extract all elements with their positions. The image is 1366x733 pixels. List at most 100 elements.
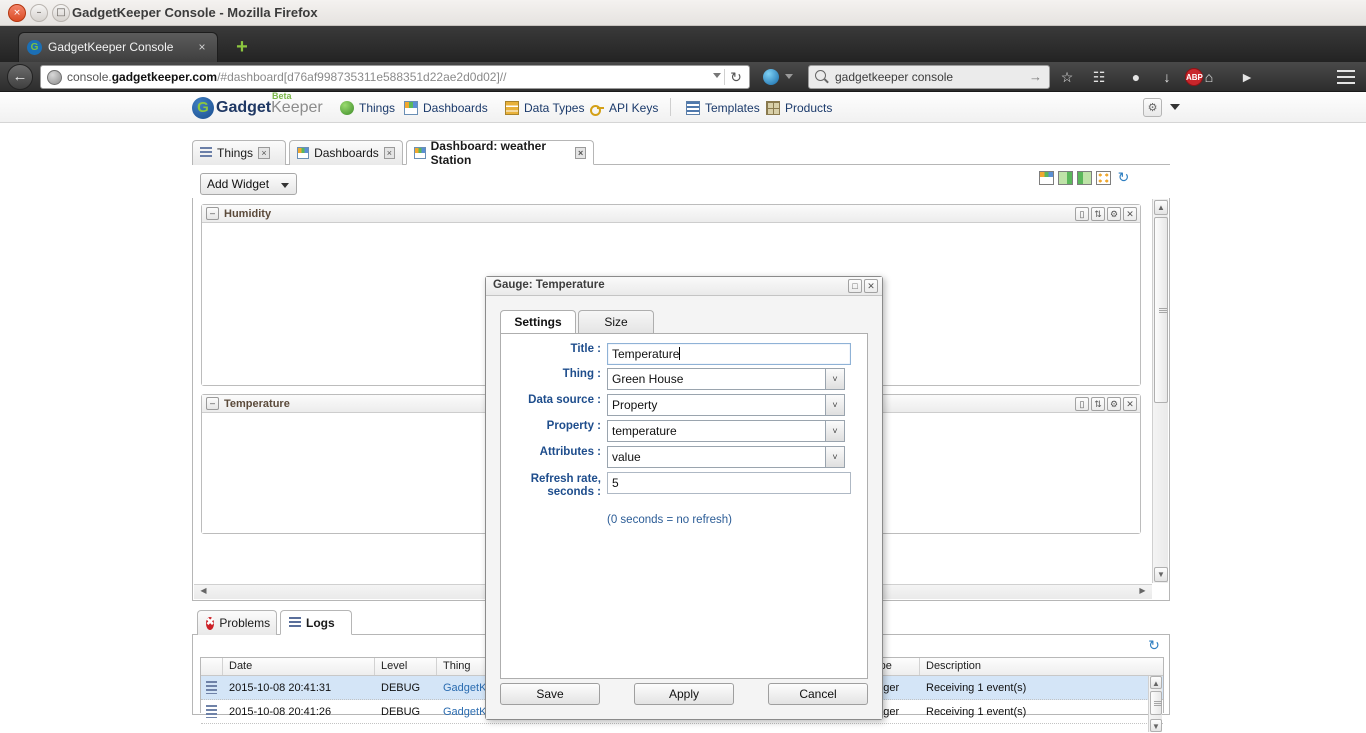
restore-icon[interactable]: ▯ [1075, 397, 1089, 411]
scroll-right-icon[interactable]: ▶ [1135, 585, 1150, 598]
gear-icon[interactable]: ⚙ [1143, 98, 1162, 117]
data-source-select[interactable]: Property ˅ [607, 394, 845, 416]
scroll-left-icon[interactable]: ◀ [196, 585, 211, 598]
close-icon[interactable]: ✕ [1123, 397, 1137, 411]
url-bar[interactable]: console.gadgetkeeper.com/#dashboard[d76a… [40, 65, 750, 89]
reader-icon[interactable]: ☷ [1090, 68, 1108, 86]
chevron-down-icon[interactable] [1170, 104, 1180, 110]
refresh-icon[interactable]: ↻ [1146, 638, 1162, 653]
reload-icon[interactable]: ↻ [728, 69, 744, 85]
share-icon[interactable]: ► [1238, 68, 1256, 86]
widgets-icon[interactable] [1096, 170, 1111, 185]
scrollbar-thumb[interactable] [1150, 691, 1162, 715]
close-icon[interactable]: ✕ [864, 279, 878, 293]
nav-item-dashboards[interactable]: Dashboards [404, 95, 488, 120]
tab-close-icon[interactable]: × [195, 40, 209, 54]
url-dropdown-icon[interactable] [713, 73, 721, 78]
apply-button[interactable]: Apply [634, 683, 734, 705]
cancel-button[interactable]: Cancel [768, 683, 868, 705]
canvas-vertical-scrollbar[interactable]: ▲ ▼ [1152, 199, 1168, 583]
firefox-globe-icon [763, 69, 779, 85]
url-prefix: console. [67, 70, 112, 84]
brand-logo[interactable]: G Gadget Keeper Beta [192, 91, 323, 121]
restore-icon[interactable]: □ [848, 279, 862, 293]
dialog-titlebar-buttons: □ ✕ [848, 279, 878, 293]
dashboard-grid-icon [297, 147, 310, 159]
scroll-down-icon[interactable]: ▼ [1150, 719, 1162, 732]
nav-item-products[interactable]: Products [766, 95, 832, 120]
tab-size[interactable]: Size [578, 310, 654, 334]
move-left-icon[interactable] [1077, 170, 1092, 185]
restore-icon[interactable]: ▯ [1075, 207, 1089, 221]
downloads-icon[interactable]: ↓ [1158, 68, 1176, 86]
scroll-down-icon[interactable]: ▼ [1154, 567, 1168, 582]
workbench-tab-dashboards[interactable]: Dashboards × [289, 140, 403, 165]
bookmark-star-icon[interactable]: ☆ [1058, 68, 1076, 86]
refresh-icon[interactable]: ⇅ [1091, 397, 1105, 411]
settings-icon[interactable]: ⚙ [1107, 397, 1121, 411]
search-bar[interactable]: gadgetkeeper console → [808, 65, 1050, 89]
save-button[interactable]: Save [500, 683, 600, 705]
tab-close-icon[interactable]: × [383, 147, 395, 159]
new-tab-button[interactable]: + [232, 37, 252, 58]
nav-item-data-types[interactable]: Data Types [505, 95, 584, 120]
pocket-icon[interactable]: ● [1127, 68, 1145, 86]
chevron-down-icon[interactable]: ˅ [825, 368, 845, 390]
settings-icon[interactable]: ⚙ [1107, 207, 1121, 221]
tab-close-icon[interactable]: × [258, 147, 271, 159]
browser-tab-label: GadgetKeeper Console [48, 40, 174, 54]
window-close-button[interactable]: × [8, 4, 26, 22]
row-icon-cell [201, 681, 223, 694]
divider [670, 98, 671, 116]
scrollbar-thumb[interactable] [1154, 217, 1168, 403]
chevron-down-icon[interactable]: ˅ [825, 446, 845, 468]
browser-tab[interactable]: G GadgetKeeper Console × [18, 32, 218, 62]
workbench-tab-dashboard-weather-station[interactable]: Dashboard: weather Station × [406, 139, 594, 167]
column-header-description[interactable]: Description [920, 658, 1150, 675]
scroll-up-icon[interactable]: ▲ [1154, 200, 1168, 215]
tab-logs[interactable]: Logs [280, 610, 352, 635]
dashboard-grid-icon [414, 146, 426, 159]
tab-settings[interactable]: Settings [500, 310, 576, 334]
refresh-icon[interactable]: ⇅ [1091, 207, 1105, 221]
window-minimize-button[interactable]: – [30, 4, 48, 22]
log-entry-icon [206, 705, 217, 718]
menu-hamburger-icon[interactable] [1337, 70, 1355, 84]
chevron-down-icon[interactable]: ˅ [825, 394, 845, 416]
tab-close-icon[interactable]: × [575, 146, 587, 159]
nav-label: Data Types [524, 100, 585, 115]
workbench-tab-things[interactable]: Things × [192, 140, 286, 165]
nav-item-things[interactable]: Things [340, 95, 395, 120]
scroll-up-icon[interactable]: ▲ [1150, 676, 1162, 689]
back-button[interactable]: ← [7, 64, 33, 90]
search-go-icon[interactable]: → [1029, 69, 1042, 85]
title-input[interactable]: Temperature [607, 343, 851, 365]
thing-select[interactable]: Green House ˅ [607, 368, 845, 390]
chevron-down-icon[interactable]: ˅ [825, 420, 845, 442]
minimize-icon[interactable]: – [206, 397, 219, 410]
templates-icon [686, 100, 700, 115]
window-maximize-button[interactable]: □ [52, 4, 70, 22]
form-row-property: Property : temperature ˅ [501, 420, 869, 442]
nav-item-api-keys[interactable]: API Keys [590, 95, 658, 120]
column-header-date[interactable]: Date [223, 658, 375, 675]
refresh-rate-input[interactable]: 5 [607, 472, 851, 494]
attributes-select[interactable]: value ˅ [607, 446, 845, 468]
adblock-icon[interactable]: ABP [1185, 68, 1203, 86]
close-icon[interactable]: ✕ [1123, 207, 1137, 221]
add-widget-button[interactable]: Add Widget [200, 173, 297, 195]
nav-item-templates[interactable]: Templates [686, 95, 760, 120]
chevron-down-icon [281, 183, 289, 188]
minimize-icon[interactable]: – [206, 207, 219, 220]
property-select[interactable]: temperature ˅ [607, 420, 845, 442]
refresh-icon[interactable]: ↻ [1115, 170, 1132, 185]
url-path: /#dashboard[d76af998735311e588351d22ae2d… [217, 70, 507, 84]
column-header-icon[interactable] [201, 658, 223, 675]
tab-problems[interactable]: ✖ Problems [197, 610, 277, 635]
search-engine-caret-icon[interactable] [785, 74, 793, 79]
logs-vertical-scrollbar[interactable]: ▲ ▼ [1148, 676, 1162, 732]
nav-label: Products [785, 100, 833, 115]
move-right-icon[interactable] [1058, 170, 1073, 185]
layout-grid-icon[interactable] [1039, 170, 1054, 185]
column-header-level[interactable]: Level [375, 658, 437, 675]
